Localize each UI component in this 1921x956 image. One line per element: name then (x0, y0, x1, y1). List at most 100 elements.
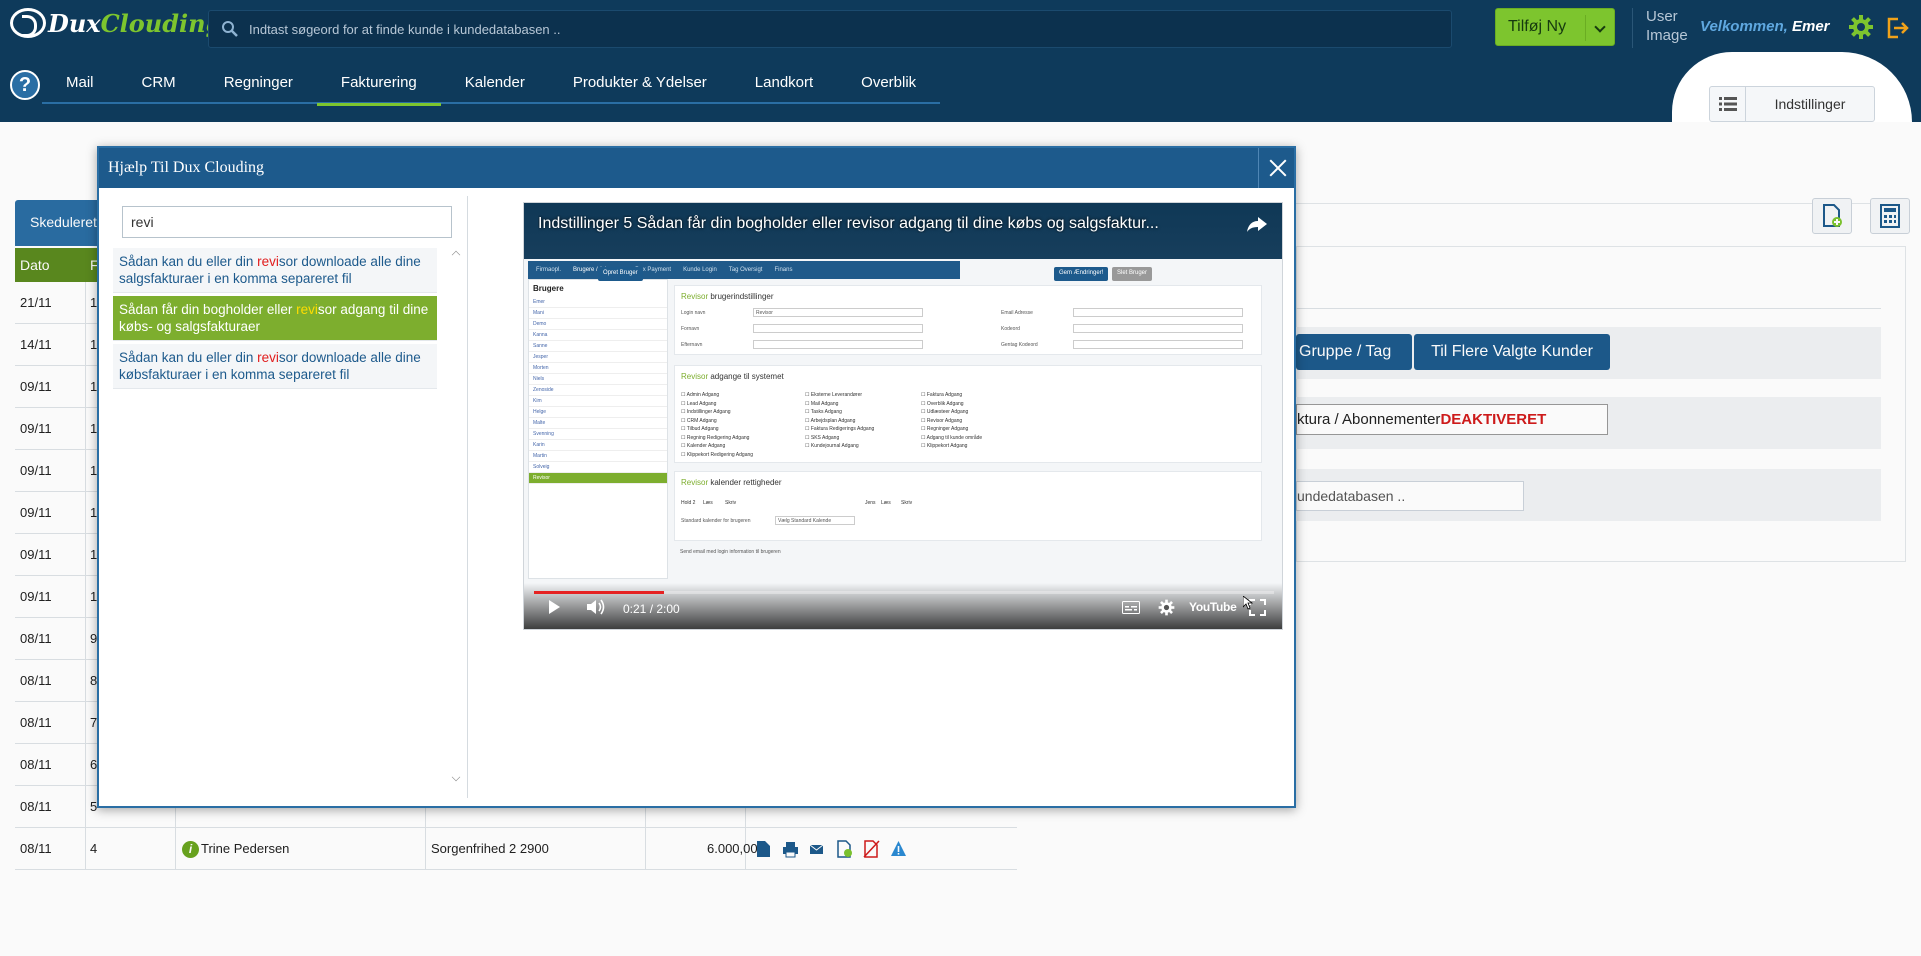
video-frame-access-label: Faktura Adgang (926, 392, 963, 398)
settings-button[interactable]: Indstillinger (1709, 86, 1875, 122)
video-frame-access-checkbox: ☐ Faktura Redigerings Adgang (805, 426, 875, 432)
video-frame-create-user: Opret Bruger (598, 267, 643, 281)
gear-icon[interactable] (1848, 14, 1874, 40)
video-frame-access-label: Klippekort Adgang (926, 443, 968, 449)
video-frame-calendar-item: Jens (865, 500, 876, 506)
video-frame-access-label: Tilbud Adgang (686, 426, 719, 432)
video-frame-access-label: Admin Adgang (686, 392, 720, 398)
help-result-item[interactable]: Sådan får din bogholder eller revisor ad… (113, 296, 437, 341)
nav-item-regninger[interactable]: Regninger (200, 56, 317, 104)
video-frame-access-checkbox: ☐ Overblik Adgang (921, 400, 964, 407)
video-frame-access-checkbox: ☐ Kalender Adgang (681, 443, 726, 449)
video-frame-user: Mani (529, 308, 667, 319)
nav-item-overblik[interactable]: Overblik (837, 56, 940, 104)
video-frame-users-title: Brugere (533, 284, 564, 293)
video-frame-user: Kim (529, 396, 667, 407)
video-progress-bar[interactable] (534, 591, 1274, 594)
video-frame-access-checkbox: ☐ Adgang til kunde område (921, 434, 983, 441)
video-frame-calendar-item: Skriv (725, 500, 737, 506)
video-frame-field (753, 324, 923, 333)
video-frame-user: Svenning (529, 429, 667, 440)
video-frame-delete-button: Slet Bruger (1112, 267, 1153, 281)
nav-item-kalender[interactable]: Kalender (441, 56, 549, 104)
video-frame-revisor-word: Revisor (681, 292, 709, 301)
video-frame-field-label: Login navn (681, 310, 706, 316)
nav-item-produkter[interactable]: Produkter & Ydelser (549, 56, 731, 104)
video-frame-access: Revisor adgange til systemet ☐ Admin Adg… (674, 365, 1262, 463)
video-frame-access-checkbox: ☐ SKS Adgang (805, 434, 840, 441)
video-frame-access-label: Kundejournal Adgang (810, 443, 859, 449)
video-frame-tab: Firmaopl. (536, 267, 562, 273)
video-frame-access-label: Eksterne Leverandører (810, 392, 863, 398)
welcome-text: Velkommen, Emer (1700, 18, 1830, 35)
video-frame-access-checkbox: ☐ Klippekort Adgang (921, 443, 968, 449)
welcome-prefix: Velkommen, (1700, 18, 1788, 35)
logout-icon[interactable] (1884, 15, 1910, 41)
video-frame-login-value: Revisor (756, 310, 773, 316)
video-frame-calendar-item: Skriv (901, 500, 913, 506)
video-frame-user: Malte (529, 418, 667, 429)
video-frame-access-label: Mail Adgang (810, 400, 839, 407)
video-frame-calendar-heading: kalender rettigheder (710, 478, 782, 487)
video-frame-access-checkbox: ☐ Lead Adgang (681, 400, 717, 407)
video-title[interactable]: Indstillinger 5 Sådan får din bogholder … (538, 215, 1238, 233)
video-frame-access-checkbox: ☐ Indstillinger Adgang (681, 409, 731, 415)
video-frame-field-label: Email Adresse (1001, 310, 1033, 316)
nav-item-mail[interactable]: Mail (42, 56, 118, 104)
video-frame-tab: Finans (774, 267, 793, 273)
video-frame-access-label: Regning Redigering Adgang (686, 434, 750, 441)
video-frame-user: Helge (529, 407, 667, 418)
user-image[interactable]: User Image (1646, 7, 1698, 45)
scroll-up-icon[interactable] (451, 250, 461, 260)
help-search-input[interactable] (122, 206, 452, 238)
mouse-cursor-icon (1243, 596, 1253, 610)
scroll-down-icon[interactable] (451, 772, 461, 782)
global-search-bar[interactable] (208, 10, 1452, 48)
video-frame-settings-heading: brugerindstillinger (710, 292, 774, 301)
share-icon[interactable] (1246, 215, 1268, 233)
search-icon (222, 21, 238, 37)
add-new-button[interactable]: Tilføj Ny (1495, 8, 1615, 46)
nav-item-fakturering[interactable]: Fakturering (316, 56, 441, 106)
video-frame-field-label: Gentag Kodeord (1001, 342, 1038, 348)
chevron-down-icon (1594, 21, 1606, 33)
help-result-item[interactable]: Sådan kan du eller din revisor downloade… (113, 344, 437, 389)
volume-icon[interactable] (586, 599, 606, 615)
video-frame-user: Niels (529, 374, 667, 385)
video-frame-access-checkbox: ☐ Mail Adgang (805, 400, 839, 407)
logo-text-dux: Dux (48, 8, 101, 38)
video-frame-user: Morten (529, 363, 667, 374)
video-frame-access-checkbox: ☐ Klippekort Redigering Adgang (681, 451, 754, 458)
video-frame-field-label: Efternavn (681, 342, 703, 348)
search-input[interactable] (249, 21, 1451, 37)
nav-item-landkort[interactable]: Landkort (731, 56, 837, 104)
youtube-logo[interactable]: YouTube (1189, 600, 1237, 614)
captions-icon[interactable] (1122, 601, 1140, 614)
video-frame-access-checkbox: ☐ Regning Redigering Adgang (681, 434, 750, 441)
video-frame-access-checkbox: ☐ Tilbud Adgang (681, 426, 719, 432)
help-result-item[interactable]: Sådan kan du eller din revisor downloade… (113, 248, 437, 293)
close-icon[interactable] (1258, 148, 1294, 188)
nav-menu: Mail CRM Regninger Fakturering Kalender … (42, 56, 941, 106)
help-result-text-hl: revi (296, 302, 318, 317)
video-frame-user: Revisor (529, 473, 667, 484)
logo[interactable]: DuxClouding (10, 6, 222, 40)
video-frame-access-label: Faktura Redigerings Adgang (810, 426, 875, 432)
video-frame-access-checkbox: ☐ Udlæsteer Adgang (921, 409, 969, 415)
video-frame-access-heading: adgange til systemet (710, 372, 784, 381)
video-frame-access-checkbox: ☐ Tasks Adgang (805, 409, 842, 415)
video-frame-access-checkbox: ☐ Regninger Adgang (921, 426, 969, 432)
help-question-icon[interactable]: ? (10, 70, 40, 100)
video-frame-tab: Kunde Login (683, 267, 717, 273)
video-frame-user: Sanne (529, 341, 667, 352)
main-nav-bar: ? Mail CRM Regninger Fakturering Kalende… (0, 56, 1921, 122)
video-frame-calendar-item: Læs (703, 500, 713, 506)
video-settings-gear-icon[interactable] (1158, 599, 1175, 616)
nav-item-crm[interactable]: CRM (118, 56, 200, 104)
video-frame-access-label: Revisor Adgang (926, 417, 963, 424)
play-icon[interactable] (546, 599, 562, 615)
video-frame-access-checkbox: ☐ Admin Adgang (681, 392, 720, 398)
video-frame-access-checkbox: ☐ CRM Adgang (681, 417, 717, 424)
video-frame-access-label: Klippekort Redigering Adgang (686, 451, 754, 458)
video-player[interactable]: Indstillinger 5 Sådan får din bogholder … (523, 202, 1283, 630)
